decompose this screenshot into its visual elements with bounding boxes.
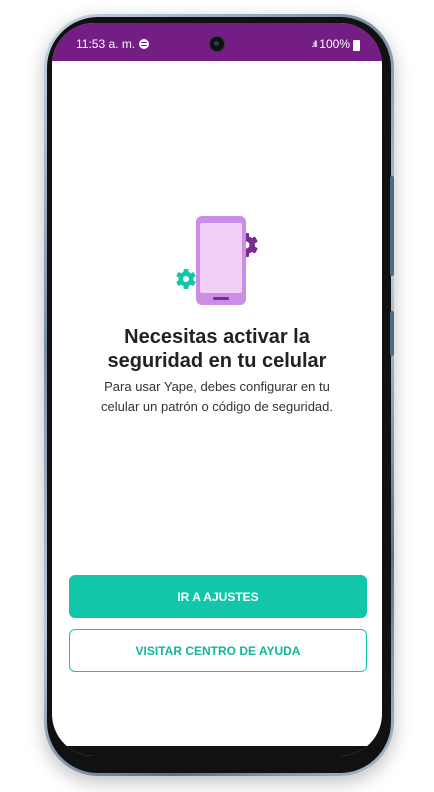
status-bar: 11:53 a. m. .ıll 100% <box>52 23 382 61</box>
status-time: 11:53 a. m. <box>76 37 136 51</box>
status-indicators: .ıll 100% <box>311 37 360 51</box>
phone-settings-icon <box>176 216 258 305</box>
spotify-icon <box>139 39 150 49</box>
signal-icon: .ıll <box>311 39 317 49</box>
description: Para usar Yape, debes configurar en tu c… <box>70 377 364 417</box>
phone-screen: 11:53 a. m. .ıll 100% Necesitas activar … <box>52 23 382 756</box>
battery-icon <box>353 39 360 51</box>
page-title: Necesitas activar la seguridad en tu cel… <box>52 325 382 373</box>
phone-home-bar <box>213 297 229 300</box>
help-center-button[interactable]: VISITAR CENTRO DE AYUDA <box>69 629 367 672</box>
status-time-group: 11:53 a. m. <box>76 37 150 51</box>
front-camera <box>209 36 225 52</box>
description-line-1: Para usar Yape, debes configurar en tu <box>104 379 330 394</box>
volume-button <box>390 176 394 276</box>
battery-percentage: 100% <box>319 37 350 51</box>
description-line-2: celular un patrón o código de seguridad. <box>101 399 333 414</box>
title-line-1: Necesitas activar la <box>124 326 310 348</box>
power-button <box>390 311 394 356</box>
title-line-2: seguridad en tu celular <box>107 350 327 372</box>
gear-green-icon <box>176 269 196 289</box>
go-to-settings-button[interactable]: IR A AJUSTES <box>69 575 367 618</box>
phone-display <box>200 223 242 293</box>
bottom-edge <box>52 746 382 756</box>
